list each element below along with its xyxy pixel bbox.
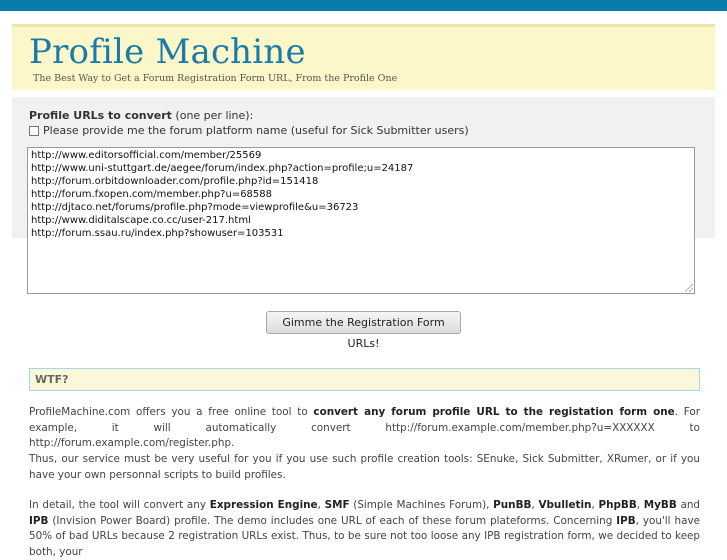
top-bar — [0, 0, 727, 11]
site-title[interactable]: Profile Machine — [29, 32, 306, 72]
site-header: Profile Machine The Best Way to Get a Fo… — [12, 24, 715, 90]
url-line: http://forum.fxopen.com/member.php?u=685… — [31, 189, 273, 200]
url-line: http://forum.orbitdownloader.com/profile… — [31, 176, 319, 187]
text: (Invision Power Board) profile. The demo… — [48, 514, 617, 527]
text-bold: SMF — [324, 499, 350, 511]
text-bold: MyBB — [643, 499, 677, 511]
text-bold: PunBB — [493, 499, 532, 511]
intro-paragraph: ProfileMachine.com offers you a free onl… — [29, 405, 700, 452]
text: In detail, the tool will convert any — [29, 499, 210, 511]
url-line: http://www.uni-stuttgart.de/aegee/forum/… — [31, 163, 414, 174]
wtf-heading: WTF? — [29, 368, 700, 391]
url-line: http://forum.ssau.ru/index.php?showuser=… — [31, 228, 284, 239]
text: , — [636, 499, 644, 511]
platform-option[interactable]: Please provide me the forum platform nam… — [29, 124, 469, 137]
url-line: http://www.editorsofficial.com/member/25… — [31, 150, 262, 161]
profile-urls-textarea[interactable]: http://www.editorsofficial.com/member/25… — [27, 147, 695, 294]
text: , — [317, 499, 325, 511]
urls-label: Profile URLs to convert (one per line): — [29, 109, 253, 122]
text-bold: Vbulletin — [538, 499, 592, 511]
submit-button[interactable]: Gimme the Registration Form URLs! — [266, 311, 461, 350]
urls-label-hint: (one per line): — [171, 109, 254, 122]
site-tagline: The Best Way to Get a Forum Registration… — [33, 73, 398, 84]
platform-checkbox[interactable] — [29, 125, 39, 136]
text-bold: convert any forum profile URL to the reg… — [313, 406, 675, 418]
text: ProfileMachine.com offers you a free onl… — [29, 406, 314, 418]
text-bold: PhpBB — [598, 499, 637, 511]
text-bold: IPB — [29, 514, 49, 527]
detail-paragraph: In detail, the tool will convert any Exp… — [29, 498, 700, 560]
url-line: http://djtaco.net/forums/profile.php?mod… — [31, 202, 359, 213]
text-bold: Expression Engine — [209, 499, 318, 511]
text: and — [676, 499, 701, 511]
usage-paragraph: Thus, our service must be very useful fo… — [29, 453, 700, 481]
platform-checkbox-label[interactable]: Please provide me the forum platform nam… — [43, 124, 469, 137]
resize-grip-icon[interactable] — [685, 284, 693, 292]
text-bold: IPB — [616, 514, 636, 527]
url-line: http://www.diditalscape.co.cc/user-217.h… — [31, 215, 251, 226]
urls-label-bold: Profile URLs to convert — [29, 109, 172, 122]
text: (Simple Machines Forum), — [349, 499, 494, 511]
